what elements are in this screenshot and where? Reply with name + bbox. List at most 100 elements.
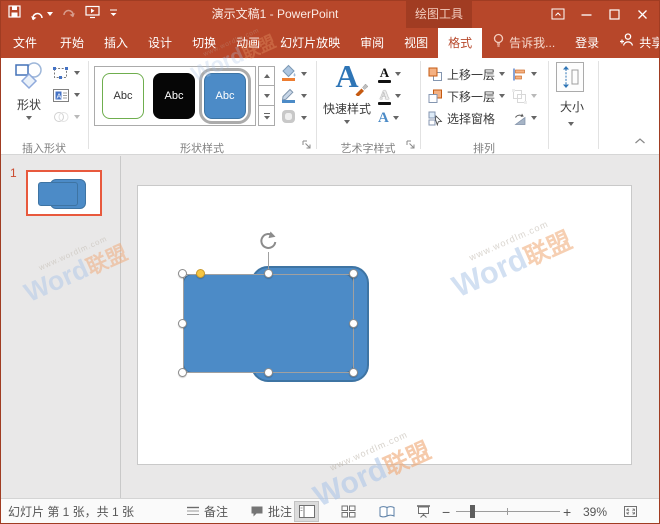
rotate-button[interactable] — [512, 108, 537, 128]
normal-view-button[interactable] — [294, 501, 319, 522]
save-icon[interactable] — [8, 5, 21, 23]
sign-in-label: 登录 — [575, 28, 599, 58]
edit-shape-button[interactable] — [52, 63, 80, 83]
handle-bottom-center[interactable] — [264, 368, 273, 377]
tab-slideshow[interactable]: 幻灯片放映 — [270, 28, 350, 58]
undo-button[interactable] — [30, 8, 53, 21]
shape-style-option-3-selected[interactable]: Abc — [204, 73, 246, 119]
tab-file[interactable]: 文件 — [0, 28, 50, 58]
arrange-group-label: 排列 — [420, 140, 548, 154]
tell-me-box[interactable]: 告诉我... — [482, 28, 565, 58]
slide-canvas[interactable] — [137, 185, 632, 465]
quick-styles-label: 快速样式 — [323, 100, 371, 117]
slide-thumbnail-selected[interactable] — [26, 170, 102, 216]
share-person-icon — [619, 28, 635, 58]
text-box-button[interactable]: A — [52, 85, 80, 105]
ribbon-format: 形状 A 插入形状 Abc Abc Abc — [0, 58, 660, 155]
size-icon — [560, 65, 580, 89]
shape-outline-button[interactable] — [280, 86, 307, 106]
zoom-in-button[interactable]: + — [563, 499, 571, 524]
slide-number: 1 — [10, 166, 17, 180]
zoom-slider-midpoint — [507, 508, 508, 515]
handle-middle-left[interactable] — [178, 319, 187, 328]
slideshow-view-icon — [416, 505, 431, 518]
shape-effects-button[interactable] — [280, 108, 307, 128]
start-slideshow-icon[interactable] — [85, 5, 100, 24]
zoom-slider-thumb[interactable] — [470, 505, 475, 518]
merge-shapes-icon — [52, 109, 70, 125]
rotation-handle[interactable] — [257, 230, 281, 259]
tab-design[interactable]: 设计 — [138, 28, 182, 58]
zoom-out-button[interactable]: − — [442, 499, 450, 524]
ribbon-display-options-icon[interactable] — [544, 0, 572, 28]
collapse-ribbon-icon[interactable] — [634, 134, 646, 148]
tab-animations[interactable]: 动画 — [226, 28, 270, 58]
handle-bottom-left[interactable] — [178, 368, 187, 377]
size-caret — [568, 116, 574, 130]
tab-view[interactable]: 视图 — [394, 28, 438, 58]
align-button[interactable] — [512, 64, 537, 84]
quick-styles-button[interactable]: A 快速样式 — [322, 60, 372, 124]
gallery-scroll-down-icon[interactable] — [258, 86, 275, 106]
rotate-objects-icon — [512, 111, 527, 126]
text-effects-icon: A — [378, 111, 389, 126]
share-button[interactable]: 共享 — [609, 28, 660, 58]
zoom-level[interactable]: 39% — [583, 499, 607, 524]
group-button — [512, 86, 537, 106]
shape-styles-dialog-launcher-icon[interactable] — [302, 139, 314, 151]
tab-format-active[interactable]: 格式 — [438, 28, 482, 58]
size-button[interactable] — [556, 62, 584, 92]
text-fill-icon: A — [378, 66, 391, 83]
slide-sorter-icon — [341, 505, 356, 518]
handle-top-right[interactable] — [349, 269, 358, 278]
shape-style-option-1[interactable]: Abc — [102, 73, 144, 119]
maximize-icon[interactable] — [600, 0, 628, 28]
gallery-scroll — [258, 66, 275, 126]
tab-bar-right: 告诉我... 登录 共享 — [482, 28, 660, 58]
customize-qat-icon[interactable] — [109, 5, 118, 23]
close-icon[interactable] — [628, 0, 656, 28]
gallery-scroll-up-icon[interactable] — [258, 66, 275, 86]
tab-insert[interactable]: 插入 — [94, 28, 138, 58]
wordart-dialog-launcher-icon[interactable] — [406, 139, 418, 151]
window-controls — [544, 0, 656, 28]
handle-top-left[interactable] — [178, 269, 187, 278]
selection-bounding-box — [183, 274, 354, 373]
normal-view-icon — [299, 505, 315, 518]
handle-bottom-right[interactable] — [349, 368, 358, 377]
adjust-handle-yellow[interactable] — [196, 269, 205, 278]
shape-style-gallery: Abc Abc Abc — [94, 66, 256, 126]
shape-style-option-2[interactable]: Abc — [153, 73, 195, 119]
reading-view-button[interactable] — [374, 501, 399, 522]
window-title: 演示文稿1 - PowerPoint — [180, 0, 370, 28]
slide-sorter-view-button[interactable] — [336, 501, 361, 522]
workspace: 1 — [0, 156, 660, 498]
fit-to-window-button[interactable] — [618, 501, 643, 522]
tab-home[interactable]: 开始 — [50, 28, 94, 58]
text-fill-button[interactable]: A — [378, 64, 401, 84]
handle-top-center[interactable] — [264, 269, 273, 278]
tell-me-label: 告诉我... — [509, 28, 555, 58]
reading-view-icon — [379, 505, 395, 518]
text-effects-button[interactable]: A — [378, 108, 399, 128]
gallery-more-icon[interactable] — [258, 106, 275, 126]
fit-to-window-icon — [623, 505, 638, 518]
shape-outline-icon — [280, 86, 297, 106]
shapes-label: 形状 — [17, 96, 41, 113]
bring-forward-button[interactable]: 上移一层 — [428, 64, 505, 84]
shapes-gallery-button[interactable]: 形状 — [8, 61, 50, 120]
handle-middle-right[interactable] — [349, 319, 358, 328]
minimize-icon[interactable] — [572, 0, 600, 28]
tab-review[interactable]: 审阅 — [350, 28, 394, 58]
merge-shapes-button — [52, 107, 80, 127]
sign-in-button[interactable]: 登录 — [565, 28, 609, 58]
text-outline-button[interactable]: A — [378, 86, 401, 106]
quick-styles-icon: A — [335, 60, 358, 98]
notes-button[interactable]: 备注 — [186, 499, 228, 524]
selection-pane-button[interactable]: 选择窗格 — [428, 108, 495, 128]
tab-transitions[interactable]: 切换 — [182, 28, 226, 58]
shape-fill-button[interactable] — [280, 64, 307, 84]
send-backward-button[interactable]: 下移一层 — [428, 86, 505, 106]
comments-button[interactable]: 批注 — [250, 499, 292, 524]
slideshow-view-button[interactable] — [411, 501, 436, 522]
